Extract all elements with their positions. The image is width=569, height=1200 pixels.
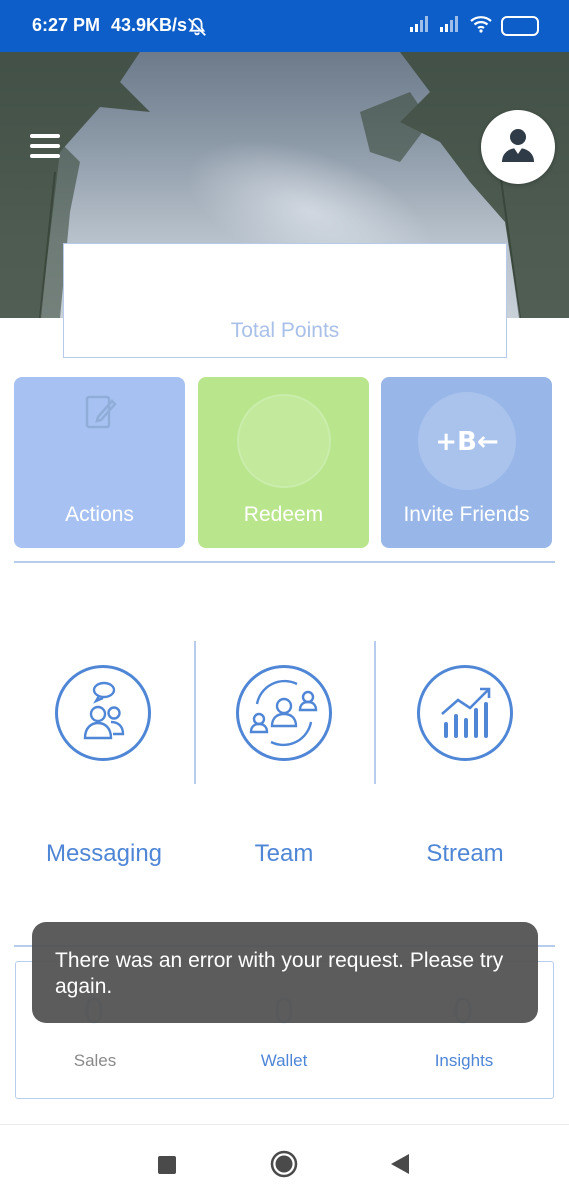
divider	[194, 641, 196, 784]
home-icon[interactable]	[270, 1150, 298, 1183]
recents-icon[interactable]	[157, 1155, 177, 1180]
total-points-card: Total Points	[63, 243, 507, 358]
actions-tile[interactable]: Actions	[14, 377, 185, 548]
circle-icon	[235, 392, 333, 495]
signal-icon	[439, 15, 461, 38]
status-icons: 54	[409, 14, 539, 38]
wifi-icon	[469, 15, 493, 38]
chart-growth-icon[interactable]	[416, 664, 514, 762]
redeem-label: Redeem	[243, 503, 324, 526]
team-icon[interactable]	[235, 664, 333, 762]
redeem-tile[interactable]: Redeem	[198, 377, 369, 548]
signal-icon	[409, 15, 431, 38]
stream-label[interactable]: Stream	[375, 840, 555, 868]
edit-icon	[84, 393, 118, 436]
status-bar: 6:27 PM 43.9KB/s 54	[0, 0, 569, 52]
team-label[interactable]: Team	[194, 840, 374, 868]
user-icon	[499, 126, 537, 169]
messaging-label[interactable]: Messaging	[14, 840, 194, 868]
battery-icon: 54	[501, 16, 539, 36]
invite-friends-tile[interactable]: +B← Invite Friends	[381, 377, 552, 548]
divider	[14, 561, 555, 563]
insights-label[interactable]: Insights	[404, 1051, 524, 1071]
profile-avatar-button[interactable]	[481, 110, 555, 184]
messaging-icon[interactable]	[54, 664, 152, 762]
invite-friends-label: Invite Friends	[403, 503, 530, 526]
hamburger-icon[interactable]	[30, 134, 60, 160]
toast-message: There was an error with your request. Pl…	[55, 949, 504, 998]
wallet-label[interactable]: Wallet	[224, 1051, 344, 1071]
navigation-bar	[0, 1124, 569, 1200]
divider	[374, 641, 376, 784]
status-network-speed: 43.9KB/s	[111, 15, 188, 35]
status-time: 6:27 PM	[32, 15, 101, 35]
svg-text:+B←: +B←	[435, 427, 498, 457]
battery-level: 54	[522, 18, 537, 34]
actions-label: Actions	[65, 503, 134, 526]
sales-label[interactable]: Sales	[35, 1051, 155, 1071]
mute-icon	[186, 16, 208, 43]
total-points-label: Total Points	[230, 319, 340, 342]
invite-icon: +B←	[418, 392, 516, 495]
back-icon[interactable]	[390, 1153, 410, 1180]
error-toast: There was an error with your request. Pl…	[32, 922, 538, 1023]
